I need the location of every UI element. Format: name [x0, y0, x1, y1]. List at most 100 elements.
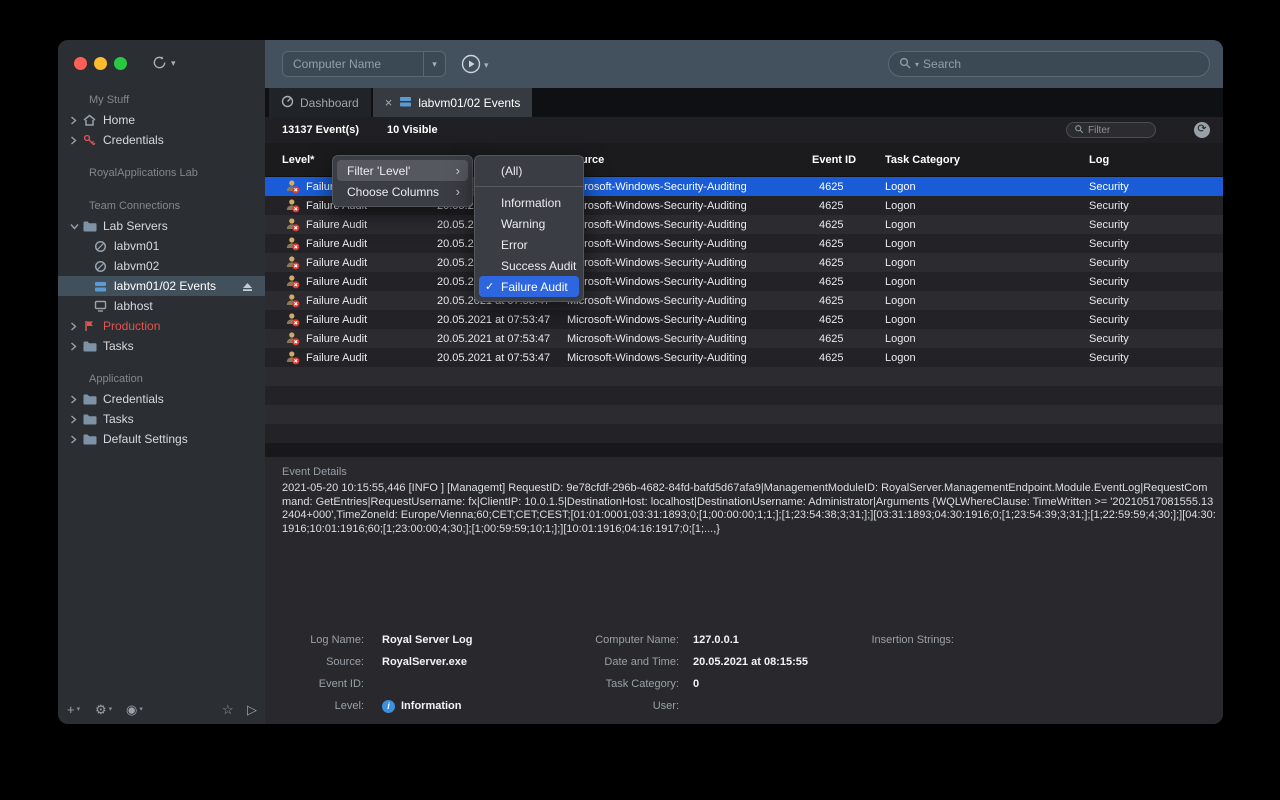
log-cell: Security: [1089, 238, 1223, 250]
task-category-cell: Logon: [885, 295, 1089, 307]
column-header-event-id[interactable]: Event ID: [812, 154, 885, 166]
events-icon: [93, 280, 108, 293]
sidebar-item-labvm01[interactable]: labvm01: [58, 236, 265, 256]
detail-field-user: User:: [565, 695, 808, 717]
tab-dashboard[interactable]: Dashboard: [269, 88, 371, 117]
task-category-cell: Logon: [885, 238, 1089, 250]
pane-divider[interactable]: [265, 443, 1223, 457]
menu-item-warning[interactable]: Warning: [479, 213, 579, 234]
chevron-right-icon[interactable]: [70, 435, 81, 444]
sidebar-item-production[interactable]: Production: [58, 316, 265, 336]
sidebar-item-label: labvm02: [114, 259, 159, 273]
field-value: Information: [401, 700, 462, 712]
menu-item-choose-columns[interactable]: Choose Columns›: [337, 181, 468, 202]
level-cell: Failure Audit: [265, 293, 437, 308]
log-cell: Security: [1089, 276, 1223, 288]
sidebar-item-home[interactable]: Home: [58, 110, 265, 130]
event-row[interactable]: Failure Audit20.05.2021 at 07:53:47Micro…: [265, 348, 1223, 367]
key-icon: [82, 134, 97, 147]
chevron-down-icon: ▾: [77, 703, 81, 717]
tab-events[interactable]: × labvm01/02 Events: [373, 88, 533, 117]
task-category-cell: Logon: [885, 257, 1089, 269]
tab-bar: Dashboard × labvm01/02 Events: [265, 88, 1223, 117]
failure-audit-icon: [285, 350, 300, 365]
sidebar-item-tasks[interactable]: Tasks: [58, 409, 265, 429]
chevron-right-icon[interactable]: [70, 116, 81, 125]
menu-item-failure-audit[interactable]: ✓Failure Audit: [479, 276, 579, 297]
chevron-right-icon[interactable]: [70, 322, 81, 331]
chevron-right-icon[interactable]: [70, 342, 81, 351]
combobox-placeholder: Computer Name: [283, 57, 423, 71]
folder-icon: [82, 394, 97, 405]
profile-menu-button[interactable]: ◉▾: [126, 703, 143, 717]
event-row[interactable]: Failure Audit20.05.2021 at 07:53:47Micro…: [265, 310, 1223, 329]
event-details-pane: Event Details 2021-05-20 10:15:55,446 [I…: [265, 457, 1223, 724]
sidebar-item-labvm02[interactable]: labvm02: [58, 256, 265, 276]
column-header-log[interactable]: Log: [1089, 154, 1223, 166]
sidebar-item-labhost[interactable]: labhost: [58, 296, 265, 316]
add-button[interactable]: +▾: [67, 703, 80, 717]
task-category-cell: Logon: [885, 314, 1089, 326]
minimize-window-button[interactable]: [94, 57, 107, 70]
close-tab-icon[interactable]: ×: [385, 95, 393, 110]
menu-item-information[interactable]: Information: [479, 192, 579, 213]
level-context-menu: Filter 'Level'›Choose Columns›: [332, 155, 473, 207]
search-icon: [899, 57, 911, 72]
document-menu-button[interactable]: ▾: [152, 55, 176, 72]
refresh-button[interactable]: ⟳: [1194, 122, 1210, 138]
event-id-cell: 4625: [812, 238, 885, 250]
sidebar-item-lab-servers[interactable]: Lab Servers: [58, 216, 265, 236]
menu-item-success-audit[interactable]: Success Audit: [479, 255, 579, 276]
event-row[interactable]: Failure Audit20.05.2021 at 07:53:47Micro…: [265, 272, 1223, 291]
chevron-down-icon[interactable]: [70, 223, 81, 230]
menu-item-filter-level[interactable]: Filter 'Level'›: [337, 160, 468, 181]
event-count: 13137 Event(s): [282, 124, 359, 136]
sidebar-item-label: Production: [103, 319, 160, 333]
field-label: Source:: [282, 656, 364, 668]
event-row[interactable]: Failure Audit20.05.2021 at 07:53:47Micro…: [265, 329, 1223, 348]
chevron-right-icon[interactable]: [70, 415, 81, 424]
field-label: Insertion Strings:: [825, 634, 954, 646]
sidebar-item-labvm01-02-events[interactable]: labvm01/02 Events: [58, 276, 265, 296]
chevron-down-icon[interactable]: ▾: [484, 60, 489, 71]
event-id-cell: 4625: [812, 181, 885, 193]
run-button[interactable]: ▷: [247, 703, 257, 717]
sidebar-item-label: Home: [103, 113, 135, 127]
event-id-cell: 4625: [812, 200, 885, 212]
field-value: 0: [693, 678, 699, 690]
menu-item-all[interactable]: (All): [479, 160, 579, 181]
event-row[interactable]: Failure Audit20.05.2021 at 07:53:47Micro…: [265, 215, 1223, 234]
field-label: Level:: [282, 700, 364, 712]
chevron-down-icon: ▾: [139, 703, 143, 717]
source-cell: Microsoft-Windows-Security-Auditing: [567, 333, 812, 345]
column-header-source[interactable]: Source: [567, 154, 812, 166]
favorite-star-button[interactable]: ☆: [222, 703, 234, 717]
sidebar-item-default-settings[interactable]: Default Settings: [58, 429, 265, 449]
zoom-window-button[interactable]: [114, 57, 127, 70]
connect-button[interactable]: ▾: [461, 54, 489, 76]
column-header-task-category[interactable]: Task Category: [885, 154, 1089, 166]
menu-item-error[interactable]: Error: [479, 234, 579, 255]
sidebar-item-tasks[interactable]: Tasks: [58, 336, 265, 356]
computer-name-combobox[interactable]: Computer Name ▾: [282, 51, 446, 77]
host-icon: [93, 300, 108, 312]
chevron-right-icon[interactable]: [70, 395, 81, 404]
sidebar-item-credentials[interactable]: Credentials: [58, 389, 265, 409]
event-row[interactable]: Failure Audit20.05.2021 at 07:53:47Micro…: [265, 253, 1223, 272]
sidebar-footer: +▾ ⚙▾ ◉▾ ☆ ▷: [58, 694, 265, 724]
chevron-right-icon[interactable]: [70, 136, 81, 145]
search-field[interactable]: ▾ Search: [888, 51, 1210, 77]
submenu-arrow-icon: ›: [456, 185, 460, 198]
eject-icon[interactable]: [242, 281, 253, 295]
settings-gear-button[interactable]: ⚙▾: [95, 703, 112, 717]
detail-field-log-name: Log Name:Royal Server Log: [282, 629, 472, 651]
close-window-button[interactable]: [74, 57, 87, 70]
source-cell: Microsoft-Windows-Security-Auditing: [567, 257, 812, 269]
detail-field-level: Level:iInformation: [282, 695, 472, 717]
filter-input[interactable]: Filter: [1066, 122, 1156, 138]
event-row[interactable]: Failure Audit20.05.2021 at 07:53:47Micro…: [265, 234, 1223, 253]
event-row[interactable]: Failure Audit20.05.2021 at 07:53:47Micro…: [265, 291, 1223, 310]
chevron-down-icon[interactable]: ▾: [423, 52, 445, 76]
sidebar-item-credentials[interactable]: Credentials: [58, 130, 265, 150]
level-cell: Failure Audit: [265, 217, 437, 232]
